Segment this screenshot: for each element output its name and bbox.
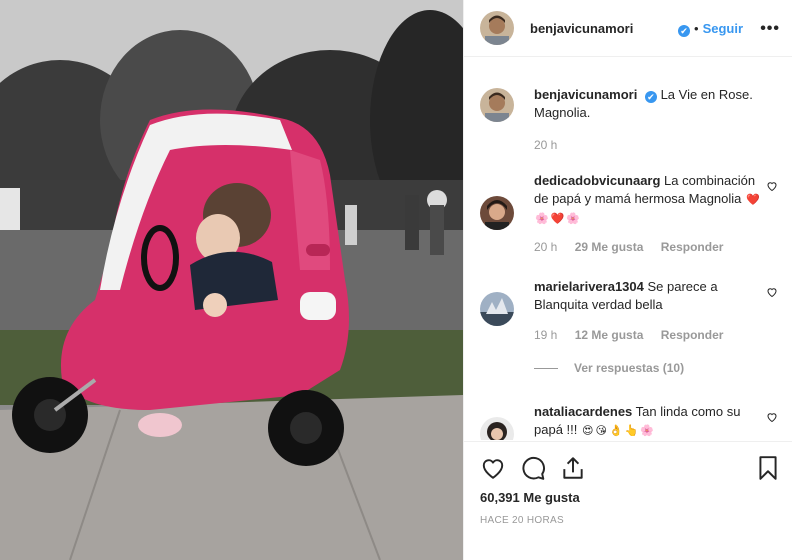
bookmark-icon[interactable] [755,455,781,481]
post-photo[interactable] [0,0,463,560]
follow-group: ✔ • Seguir [674,21,743,37]
caption-text: benjavicunamori ✔ La Vie en Rose. Magnol… [534,86,766,122]
comment-text: marielarivera1304 Se parece a Blanquita … [534,278,766,314]
author-username[interactable]: benjavicunamori [530,21,633,36]
comments-list[interactable]: benjavicunamori ✔ La Vie en Rose. Magnol… [464,58,792,440]
comment-time[interactable]: 19 h [534,328,557,342]
like-comment-icon[interactable] [766,411,778,423]
flower-emoji: 🌸 [640,425,655,437]
kiss-emoji: 😘 [595,425,607,437]
comment-username[interactable]: dedicadobvicunaarg [534,173,660,188]
likes-count[interactable]: 60,391 Me gusta [480,490,580,505]
flower-emoji: 🌸 [535,213,549,225]
heart-icon[interactable] [480,455,506,481]
author-avatar[interactable] [480,11,514,45]
comment-icon[interactable] [520,455,546,481]
commenter-avatar[interactable] [480,417,514,440]
comment-likes[interactable]: 12 Me gusta [575,328,644,342]
view-replies-button[interactable]: Ver respuestas (10) [534,361,684,375]
ok-hand-emoji: 👌 [608,425,623,437]
heart-emoji: ❤️ [746,194,760,206]
photo-illustration [0,0,463,560]
reply-button[interactable]: Responder [661,240,724,254]
follow-button[interactable]: Seguir [703,21,743,36]
commenter-avatar[interactable] [480,292,514,326]
replies-divider [534,368,558,370]
post-panel: benjavicunamori ✔ • Seguir ••• benjavicuna… [463,0,792,560]
caption-time[interactable]: 20 h [534,138,557,152]
view-replies-label: Ver respuestas (10) [574,361,685,375]
comment-username[interactable]: marielarivera1304 [534,279,644,294]
post-header: benjavicunamori ✔ • Seguir ••• [464,0,792,57]
caption-username[interactable]: benjavicunamori [534,87,637,102]
separator: • [694,21,699,36]
verified-icon: ✔ [678,25,690,37]
heart-emoji: ❤️ [550,213,565,225]
reply-button[interactable]: Responder [661,328,724,342]
post-timestamp[interactable]: HACE 20 HORAS [480,515,564,526]
heart-eyes-emoji: 😍 [582,425,594,437]
caption-meta: 20 h [534,138,571,152]
like-comment-icon[interactable] [766,180,778,192]
like-comment-icon[interactable] [766,286,778,298]
comment-emojis: 😍 😘 👌 👆 🌸 [581,422,655,437]
comment-meta: 20 h 29 Me gusta Responder [534,240,737,254]
comment-text: nataliacardenes Tan linda como su papá !… [534,403,766,440]
share-icon[interactable] [560,455,586,481]
more-options-icon[interactable]: ••• [760,20,780,38]
commenter-avatar[interactable] [480,196,514,230]
action-bar: 60,391 Me gusta HACE 20 HORAS [464,441,792,560]
comment-meta: 19 h 12 Me gusta Responder [534,328,737,342]
comment-likes[interactable]: 29 Me gusta [575,240,644,254]
comment-username[interactable]: nataliacardenes [534,404,632,419]
comment-time[interactable]: 20 h [534,240,557,254]
pointing-up-emoji: 👆 [624,425,639,437]
author-avatar[interactable] [480,88,514,122]
flower-emoji: 🌸 [566,213,581,225]
comment-text: dedicadobvicunaarg La combinación de pap… [534,172,766,228]
verified-icon: ✔ [644,91,657,103]
